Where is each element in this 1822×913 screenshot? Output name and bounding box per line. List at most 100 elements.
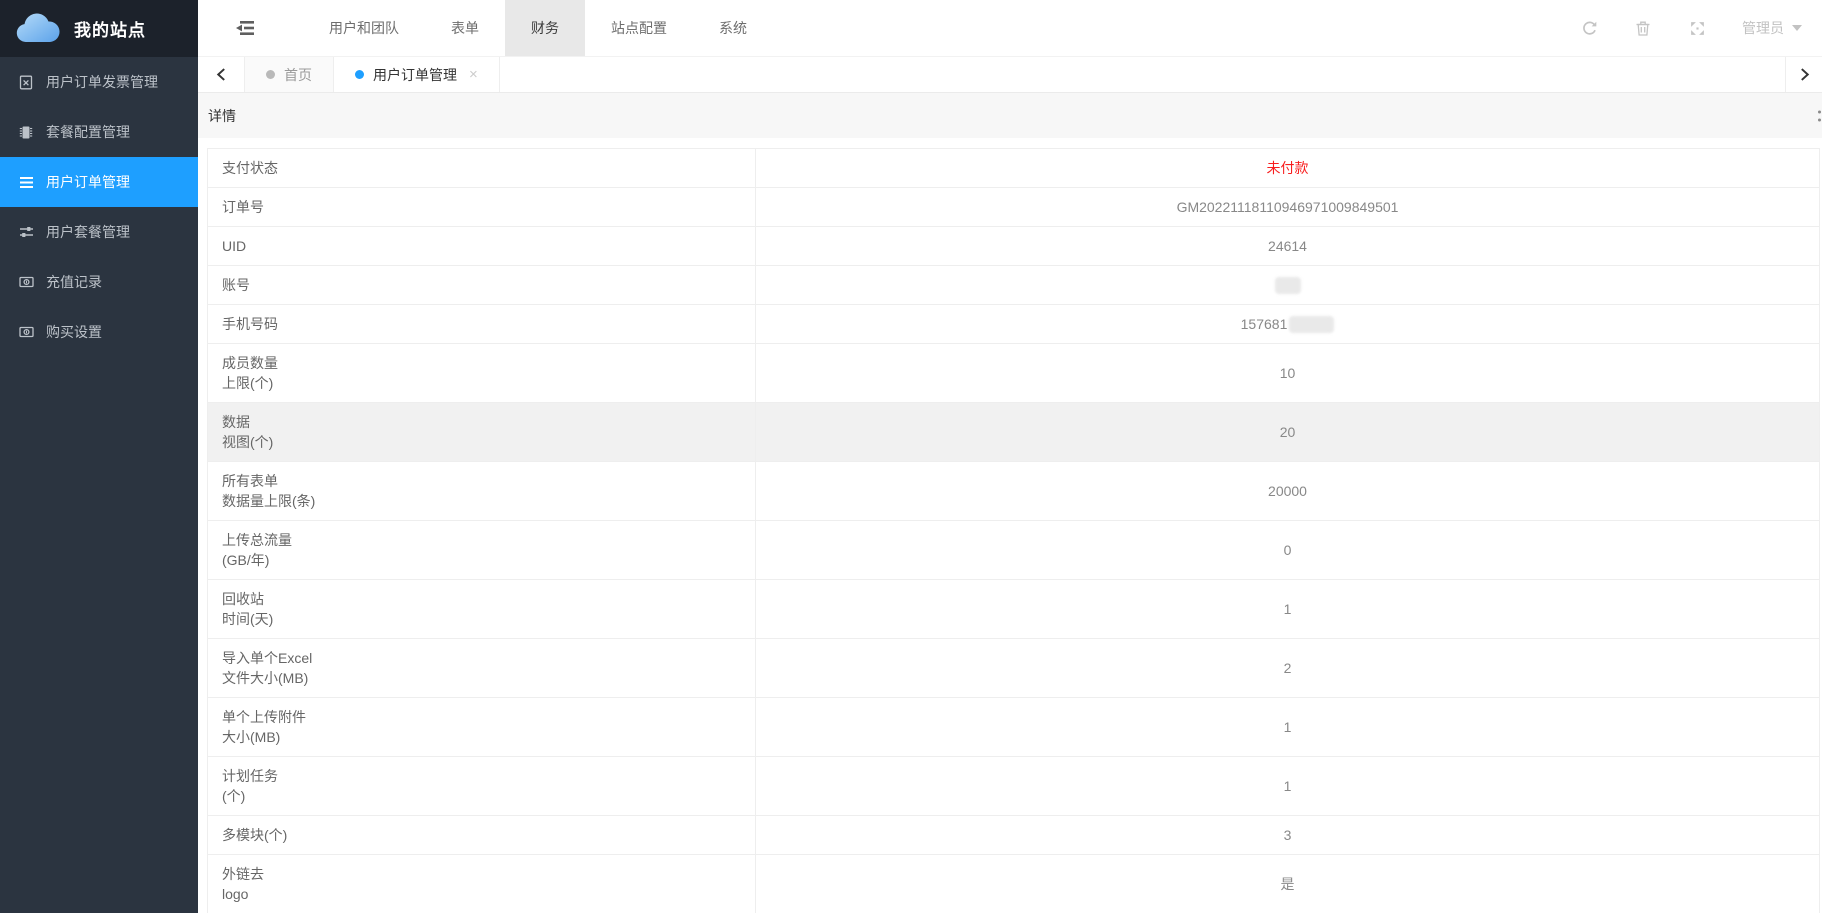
banknote-icon xyxy=(18,274,34,290)
app-logo[interactable]: 我的站点 xyxy=(0,0,198,57)
detail-row: 上传总流量(GB/年)0 xyxy=(208,521,1819,580)
top-navbar: 用户和团队表单财务站点配置系统 xyxy=(198,0,1822,57)
tab[interactable]: 用户订单管理 × xyxy=(334,57,500,92)
detail-row: 支付状态未付款 xyxy=(208,149,1819,188)
detail-row-value: 0 xyxy=(756,521,1819,579)
detail-row-label: UID xyxy=(208,227,756,265)
detail-row-value: 1 xyxy=(756,698,1819,756)
app-window: 我的站点 用户订单发票管理套餐配置管理用户订单管理用户套餐管理充值记录购买设置 … xyxy=(0,0,1822,913)
admin-user-label: 管理员 xyxy=(1742,18,1784,38)
detail-row-label: 导入单个Excel文件大小(MB) xyxy=(208,639,756,697)
sidebar-item[interactable]: 用户套餐管理 xyxy=(0,207,198,257)
detail-table: 支付状态未付款订单号GM20221118110946971009849501UI… xyxy=(207,148,1820,913)
sidebar-item[interactable]: 用户订单管理 xyxy=(0,157,198,207)
redacted-value xyxy=(1275,277,1301,294)
tabs-scroll-left-button[interactable] xyxy=(198,57,245,92)
top-nav-item[interactable]: 用户和团队 xyxy=(303,0,425,56)
invoice-file-icon xyxy=(18,74,34,90)
vertical-dots-icon[interactable] xyxy=(1818,110,1821,121)
tab[interactable]: 首页 xyxy=(245,57,334,92)
detail-row-value: 24614 xyxy=(756,227,1819,265)
detail-row-value: 3 xyxy=(756,816,1819,854)
detail-row: 导入单个Excel文件大小(MB)2 xyxy=(208,639,1819,698)
sidebar-item-label: 套餐配置管理 xyxy=(46,122,130,142)
banknote-icon xyxy=(18,324,34,340)
app-title: 我的站点 xyxy=(74,16,146,41)
sidebar-menu: 用户订单发票管理套餐配置管理用户订单管理用户套餐管理充值记录购买设置 xyxy=(0,57,198,357)
detail-row-label: 外链去logo xyxy=(208,855,756,913)
sidebar-item-label: 用户订单管理 xyxy=(46,172,130,192)
detail-row: 多模块(个)3 xyxy=(208,816,1819,855)
detail-header: 详情 xyxy=(198,93,1822,138)
sidebar-item-label: 用户订单发票管理 xyxy=(46,72,158,92)
detail-row-value xyxy=(756,266,1819,304)
detail-row-value: 157681 xyxy=(756,305,1819,343)
tabs-scroll-right-button[interactable] xyxy=(1785,57,1822,92)
detail-row-value: 是 xyxy=(756,855,1819,913)
detail-row: 数据视图(个)20 xyxy=(208,403,1819,462)
top-nav-item[interactable]: 系统 xyxy=(693,0,773,56)
caret-down-icon xyxy=(1792,25,1802,31)
main-area: 用户和团队表单财务站点配置系统 xyxy=(198,0,1822,913)
detail-row-value: 未付款 xyxy=(756,149,1819,187)
detail-row-label: 所有表单数据量上限(条) xyxy=(208,462,756,520)
tab-close-icon[interactable]: × xyxy=(469,67,478,82)
detail-row-value: 10 xyxy=(756,344,1819,402)
order-list-icon xyxy=(18,174,34,190)
sliders-icon xyxy=(18,224,34,240)
tab-status-dot-icon xyxy=(355,70,364,79)
detail-row-label: 账号 xyxy=(208,266,756,304)
detail-row-label: 支付状态 xyxy=(208,149,756,187)
detail-row: 账号 xyxy=(208,266,1819,305)
detail-row-label: 多模块(个) xyxy=(208,816,756,854)
detail-row: 所有表单数据量上限(条)20000 xyxy=(208,462,1819,521)
admin-user-menu[interactable]: 管理员 xyxy=(1742,18,1802,38)
detail-row-value: 1 xyxy=(756,580,1819,638)
package-chip-icon xyxy=(18,124,34,140)
sidebar-item-label: 充值记录 xyxy=(46,272,102,292)
detail-row-value: 2 xyxy=(756,639,1819,697)
tab-label: 首页 xyxy=(284,65,312,85)
tab-label: 用户订单管理 xyxy=(373,65,457,85)
sidebar-item-label: 购买设置 xyxy=(46,322,102,342)
navbar-tools: 管理员 xyxy=(1580,18,1822,38)
detail-row: 成员数量上限(个)10 xyxy=(208,344,1819,403)
cloud-icon xyxy=(12,12,60,46)
sidebar-item-label: 用户套餐管理 xyxy=(46,222,130,242)
detail-row: 计划任务(个)1 xyxy=(208,757,1819,816)
sidebar-item[interactable]: 充值记录 xyxy=(0,257,198,307)
refresh-icon[interactable] xyxy=(1580,19,1598,37)
sidebar: 我的站点 用户订单发票管理套餐配置管理用户订单管理用户套餐管理充值记录购买设置 xyxy=(0,0,198,913)
detail-row-label: 上传总流量(GB/年) xyxy=(208,521,756,579)
top-nav-item[interactable]: 财务 xyxy=(505,0,585,56)
detail-row-value: 20 xyxy=(756,403,1819,461)
detail-title: 详情 xyxy=(208,106,236,126)
tab-bar: 首页 用户订单管理 × xyxy=(198,57,1822,93)
sidebar-item[interactable]: 购买设置 xyxy=(0,307,198,357)
tabs-container: 首页 用户订单管理 × xyxy=(245,57,500,92)
detail-row: UID24614 xyxy=(208,227,1819,266)
detail-row-value: GM20221118110946971009849501 xyxy=(756,188,1819,226)
detail-row: 外链去logo是 xyxy=(208,855,1819,913)
top-nav-item[interactable]: 表单 xyxy=(425,0,505,56)
detail-row-label: 单个上传附件大小(MB) xyxy=(208,698,756,756)
top-nav-item[interactable]: 站点配置 xyxy=(585,0,693,56)
detail-row-label: 成员数量上限(个) xyxy=(208,344,756,402)
detail-row-label: 回收站时间(天) xyxy=(208,580,756,638)
fullscreen-icon[interactable] xyxy=(1688,19,1706,37)
detail-row: 手机号码157681 xyxy=(208,305,1819,344)
detail-row: 单个上传附件大小(MB)1 xyxy=(208,698,1819,757)
detail-row-value: 1 xyxy=(756,757,1819,815)
sidebar-item[interactable]: 套餐配置管理 xyxy=(0,107,198,157)
sidebar-item[interactable]: 用户订单发票管理 xyxy=(0,57,198,107)
tab-status-dot-icon xyxy=(266,70,275,79)
detail-row: 订单号GM20221118110946971009849501 xyxy=(208,188,1819,227)
detail-row-label: 计划任务(个) xyxy=(208,757,756,815)
collapse-menu-icon[interactable] xyxy=(235,19,257,37)
detail-row: 回收站时间(天)1 xyxy=(208,580,1819,639)
detail-row-label: 订单号 xyxy=(208,188,756,226)
detail-row-label: 数据视图(个) xyxy=(208,403,756,461)
trash-icon[interactable] xyxy=(1634,19,1652,37)
detail-content: 支付状态未付款订单号GM20221118110946971009849501UI… xyxy=(198,138,1822,913)
redacted-value xyxy=(1289,316,1334,333)
